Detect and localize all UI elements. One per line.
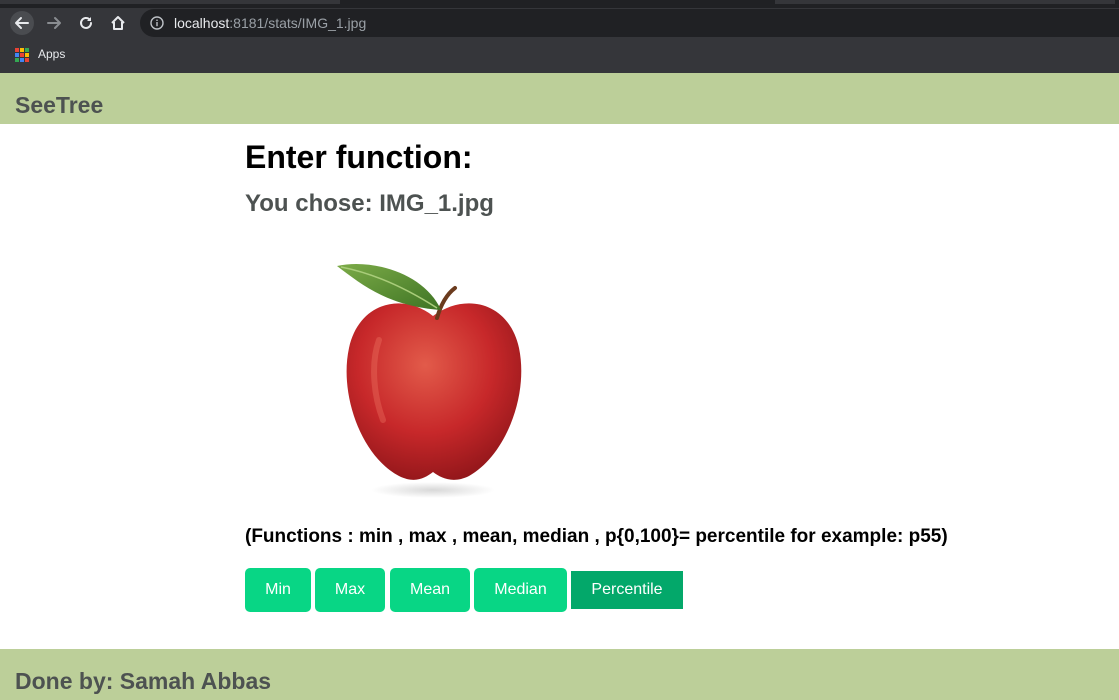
apple-image — [337, 263, 522, 498]
bookmarks-bar: Apps — [0, 40, 1119, 73]
tab-strip — [0, 0, 1119, 8]
chosen-file-label: You chose: IMG_1.jpg — [245, 190, 494, 217]
back-arrow-icon — [15, 17, 29, 29]
home-icon — [111, 16, 125, 30]
apps-grid-icon[interactable] — [15, 48, 29, 62]
brand-title[interactable]: SeeTree — [15, 92, 103, 119]
home-button[interactable] — [106, 11, 130, 35]
url-text[interactable]: localhost:8181/stats/IMG_1.jpg — [174, 15, 366, 31]
site-footer: Done by: Samah Abbas — [0, 649, 1119, 700]
bookmark-apps[interactable]: Apps — [38, 47, 65, 61]
site-header: SeeTree — [0, 73, 1119, 124]
reload-button[interactable] — [74, 11, 98, 35]
browser-chrome: localhost:8181/stats/IMG_1.jpg Apps — [0, 0, 1119, 73]
url-path: :8181/stats/IMG_1.jpg — [229, 15, 367, 31]
min-button[interactable]: Min — [245, 568, 311, 612]
forward-arrow-icon — [47, 17, 61, 29]
tab[interactable] — [0, 0, 340, 4]
mean-button[interactable]: Mean — [390, 568, 470, 612]
back-button[interactable] — [10, 11, 34, 35]
address-bar[interactable]: localhost:8181/stats/IMG_1.jpg — [140, 9, 1119, 37]
functions-hint: (Functions : min , max , mean, median , … — [245, 526, 948, 547]
reload-icon — [80, 16, 92, 29]
tab[interactable] — [775, 0, 1115, 4]
max-button[interactable]: Max — [315, 568, 385, 612]
percentile-button[interactable]: Percentile — [571, 571, 683, 609]
median-button[interactable]: Median — [474, 568, 567, 612]
forward-button[interactable] — [42, 11, 66, 35]
info-icon[interactable] — [150, 16, 164, 30]
url-host: localhost — [174, 15, 230, 31]
page-title: Enter function: — [245, 139, 473, 175]
footer-credit: Done by: Samah Abbas — [15, 668, 272, 694]
